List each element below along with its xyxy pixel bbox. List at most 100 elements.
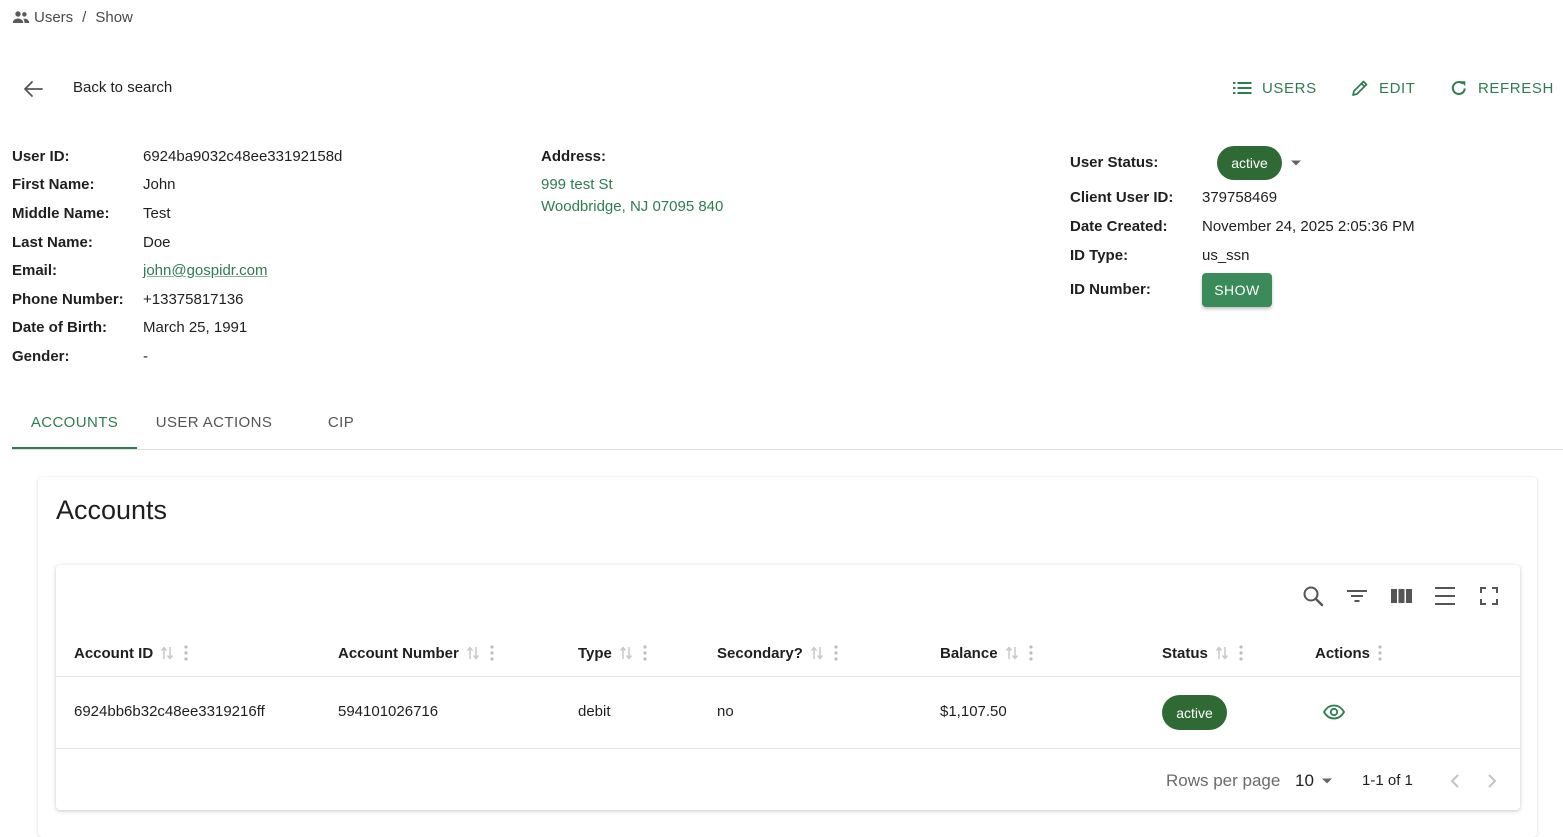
gender-label: Gender: <box>12 348 70 365</box>
last-name-value: Doe <box>143 234 171 251</box>
search-icon[interactable] <box>1301 584 1325 608</box>
columns-icon[interactable] <box>1389 584 1413 608</box>
gender-value: - <box>143 348 148 365</box>
breadcrumb-users-link[interactable]: Users <box>34 9 73 26</box>
column-header-account-id[interactable]: Account ID <box>74 642 188 664</box>
table-divider <box>56 676 1520 677</box>
refresh-button[interactable]: REFRESH <box>1450 76 1554 100</box>
cell-type: debit <box>578 703 611 720</box>
phone-value: +13375817136 <box>143 291 244 308</box>
breadcrumb-current: Show <box>95 8 133 26</box>
sort-icon[interactable] <box>619 645 633 661</box>
column-header-label: Account Number <box>338 644 459 662</box>
column-menu-icon[interactable] <box>643 645 647 661</box>
tab-accounts[interactable]: ACCOUNTS <box>12 404 137 440</box>
email-label: Email: <box>12 262 58 279</box>
column-menu-icon[interactable] <box>184 645 188 661</box>
breadcrumb-separator: / <box>82 8 87 26</box>
users-button[interactable]: USERS <box>1233 76 1317 100</box>
sort-icon[interactable] <box>1215 645 1229 661</box>
show-id-number-button[interactable]: SHOW <box>1202 273 1272 307</box>
user-status-chip[interactable]: active <box>1217 146 1282 180</box>
column-header-label: Status <box>1162 644 1208 662</box>
accounts-title: Accounts <box>56 495 168 525</box>
status-badge: active <box>1162 695 1227 730</box>
back-to-search-label[interactable]: Back to search <box>73 79 172 96</box>
sort-icon[interactable] <box>810 645 824 661</box>
rows-per-page-label: Rows per page <box>1166 771 1281 790</box>
caret-down-icon <box>1321 777 1333 785</box>
people-icon <box>12 10 30 24</box>
breadcrumb: Users / Show <box>12 8 133 26</box>
sort-icon[interactable] <box>160 645 174 661</box>
users-button-label: USERS <box>1262 79 1317 97</box>
arrow-left-icon <box>23 80 43 98</box>
user-id-value: 6924ba9032c48ee33192158d <box>143 148 343 165</box>
column-header-balance[interactable]: Balance <box>940 642 1033 664</box>
column-header-status[interactable]: Status <box>1162 642 1243 664</box>
column-header-label: Actions <box>1315 644 1371 662</box>
column-menu-icon[interactable] <box>1239 645 1243 661</box>
date-created-label: Date Created: <box>1070 218 1168 235</box>
column-header-secondary[interactable]: Secondary? <box>717 642 838 664</box>
chevron-right-icon <box>1487 773 1497 789</box>
first-name-label: First Name: <box>12 176 95 193</box>
cell-account-number: 594101026716 <box>338 703 439 720</box>
last-name-label: Last Name: <box>12 234 93 251</box>
column-header-label: Type <box>578 644 612 662</box>
middle-name-label: Middle Name: <box>12 205 110 222</box>
user-status-label: User Status: <box>1070 154 1159 171</box>
email-link[interactable]: john@gospidr.com <box>143 262 267 279</box>
view-account-button[interactable] <box>1321 701 1347 723</box>
column-menu-icon[interactable] <box>490 645 494 661</box>
phone-label: Phone Number: <box>12 291 124 308</box>
caret-down-icon <box>1290 159 1302 167</box>
column-header-type[interactable]: Type <box>578 642 647 664</box>
active-tab-indicator <box>12 447 137 449</box>
pagination-range: 1-1 of 1 <box>1362 772 1413 789</box>
address-line1-link[interactable]: 999 test St <box>541 176 613 193</box>
column-header-label: Secondary? <box>717 644 803 662</box>
column-header-label: Account ID <box>74 644 154 662</box>
user-id-label: User ID: <box>12 148 70 165</box>
column-header-account-number[interactable]: Account Number <box>338 642 494 664</box>
list-icon <box>1233 81 1252 95</box>
density-icon[interactable] <box>1433 584 1457 608</box>
date-created-value: November 24, 2025 2:05:36 PM <box>1202 218 1415 235</box>
dob-value: March 25, 1991 <box>143 319 248 336</box>
table-footer-divider <box>56 748 1520 749</box>
next-page-button[interactable] <box>1482 771 1502 791</box>
edit-button-label: EDIT <box>1379 79 1416 97</box>
tabs-divider <box>12 449 1563 450</box>
edit-button[interactable]: EDIT <box>1351 76 1416 100</box>
column-menu-icon[interactable] <box>1028 645 1033 661</box>
cell-balance: $1,107.50 <box>940 703 1007 720</box>
back-button[interactable] <box>16 72 50 106</box>
tab-user-actions[interactable]: USER ACTIONS <box>145 404 283 440</box>
pencil-icon <box>1351 79 1369 97</box>
fullscreen-icon[interactable] <box>1477 584 1501 608</box>
tab-cip[interactable]: CIP <box>310 404 372 440</box>
column-menu-icon[interactable] <box>834 645 838 661</box>
refresh-icon <box>1450 79 1468 97</box>
address-line2-link[interactable]: Woodbridge, NJ 07095 840 <box>541 198 723 215</box>
sort-icon[interactable] <box>466 645 480 661</box>
status-dropdown-button[interactable] <box>1288 153 1304 173</box>
dob-label: Date of Birth: <box>12 319 107 336</box>
id-type-value: us_ssn <box>1202 247 1250 264</box>
rows-per-page-select[interactable]: 10 <box>1295 770 1333 792</box>
filter-icon[interactable] <box>1345 584 1369 608</box>
column-header-actions[interactable]: Actions <box>1315 642 1382 664</box>
column-header-label: Balance <box>940 644 998 662</box>
previous-page-button[interactable] <box>1445 771 1465 791</box>
cell-secondary: no <box>717 703 734 720</box>
id-type-label: ID Type: <box>1070 247 1129 264</box>
id-number-label: ID Number: <box>1070 281 1151 298</box>
rows-per-page-value: 10 <box>1295 771 1314 790</box>
chevron-left-icon <box>1450 773 1460 789</box>
sort-icon[interactable] <box>1005 645 1019 661</box>
client-user-id-label: Client User ID: <box>1070 189 1174 206</box>
column-menu-icon[interactable] <box>1378 645 1382 661</box>
cell-account-id: 6924bb6b32c48ee3319216ff <box>74 703 265 720</box>
first-name-value: John <box>143 176 176 193</box>
